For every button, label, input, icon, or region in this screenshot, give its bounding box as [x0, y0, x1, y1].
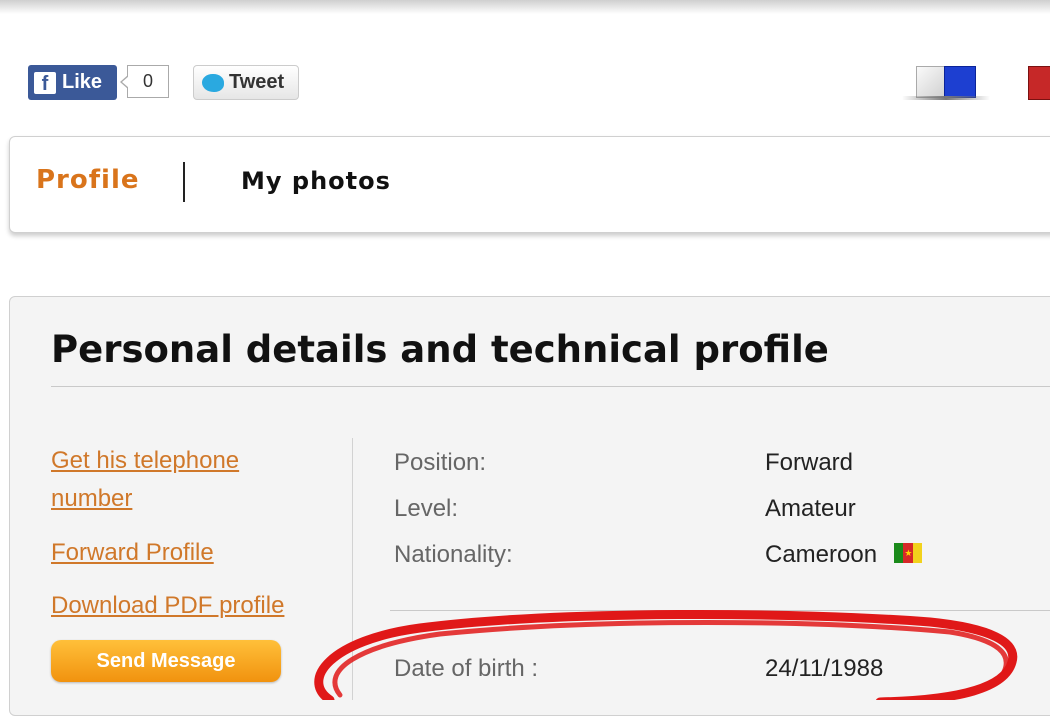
title-divider — [51, 386, 1050, 387]
language-flag-icon-2[interactable] — [1028, 66, 1050, 100]
language-flag-icon[interactable] — [902, 66, 990, 100]
tab-divider — [183, 162, 185, 202]
section-title: Personal details and technical profile — [51, 328, 829, 371]
forward-profile-link[interactable]: Forward Profile — [51, 534, 214, 572]
detail-value-position: Forward — [765, 449, 854, 476]
tweet-label: Tweet — [229, 71, 285, 93]
facebook-icon: f — [34, 71, 56, 95]
detail-value-nationality: Cameroon — [765, 541, 878, 568]
download-pdf-link[interactable]: Download PDF profile — [51, 587, 284, 625]
tab-my-photos[interactable]: My photos — [241, 167, 391, 195]
like-label: Like — [62, 71, 103, 93]
details-divider — [390, 610, 1050, 611]
like-count: 0 — [120, 65, 169, 98]
profile-nav-bar — [9, 136, 1050, 233]
detail-label-birth: Date of birth : — [394, 655, 539, 682]
detail-label-level: Level: — [394, 495, 459, 522]
detail-value-level: Amateur — [765, 495, 856, 522]
detail-label-position: Position: — [394, 449, 487, 476]
detail-value-birth: 24/11/1988 — [765, 655, 884, 682]
twitter-bird-icon — [202, 73, 224, 92]
detail-label-nationality: Nationality: — [394, 541, 513, 568]
tab-profile[interactable]: Profile — [36, 165, 140, 195]
column-divider — [352, 438, 353, 700]
facebook-like-button[interactable]: f Like — [28, 65, 117, 100]
tweet-button[interactable]: Tweet — [193, 65, 299, 100]
send-message-button[interactable]: Send Message — [51, 640, 281, 682]
get-telephone-link[interactable]: Get his telephone number — [51, 442, 291, 518]
browser-top-shadow — [0, 0, 1050, 14]
cameroon-flag-icon — [894, 543, 922, 563]
